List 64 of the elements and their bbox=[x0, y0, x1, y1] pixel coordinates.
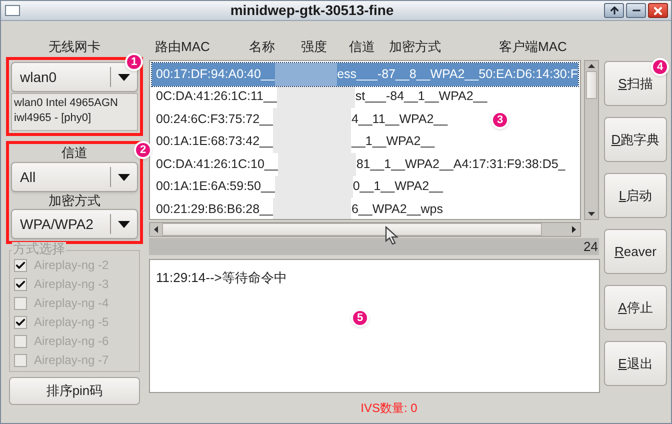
window-menu-icon[interactable] bbox=[5, 5, 20, 16]
sort-pin-button[interactable]: 排序pin码 bbox=[9, 377, 140, 405]
row-text: 0C:DA:41:26:1C:11__ bbox=[156, 88, 278, 106]
ivs-count: IVS数量: 0 bbox=[360, 400, 418, 417]
step-badge: 1 bbox=[125, 53, 143, 71]
column-header: 客户端MAC bbox=[499, 38, 568, 55]
network-row[interactable]: 00:21:29:B6:B6:28__ 6__WPA2__wps bbox=[152, 198, 445, 219]
horizontal-scrollbar[interactable] bbox=[149, 222, 581, 237]
vertical-scrollbar[interactable] bbox=[584, 60, 599, 220]
action-button[interactable]: E退出 bbox=[604, 341, 667, 386]
check-icon bbox=[15, 316, 26, 328]
maximize-icon bbox=[608, 5, 620, 16]
action-button[interactable]: A停止 bbox=[604, 285, 667, 330]
action-button[interactable]: D跑字典 bbox=[604, 117, 667, 162]
network-row[interactable]: 00:1A:1E:6A:59:50__ 0__1__WPA2__ bbox=[152, 176, 445, 198]
row-text: 00:21:29:B6:B6:28__ bbox=[156, 200, 274, 218]
network-row[interactable]: 0C:DA:41:26:1C:10__ 81__1__WPA2__A4:17:31:F9:38:D5_ bbox=[152, 153, 568, 176]
dropdown[interactable]: WPA/WPA2 bbox=[11, 209, 138, 239]
dropdown-arrow-icon bbox=[118, 220, 130, 228]
dropdown-arrow-icon bbox=[118, 174, 130, 180]
window-title: minidwep-gtk-30513-fine bbox=[229, 1, 395, 20]
check-icon bbox=[15, 260, 26, 270]
row-text: 4__11__WPA2__ bbox=[351, 110, 448, 128]
minimize-button[interactable] bbox=[626, 3, 646, 18]
column-header: 信道 bbox=[349, 38, 376, 55]
close-icon bbox=[652, 4, 664, 16]
step-badge: 2 bbox=[134, 141, 152, 159]
step-badge: 4 bbox=[651, 58, 669, 76]
row-text: 81__1__WPA2__A4:17:31:F9:38:D5_ bbox=[356, 156, 566, 173]
row-text: 0C:DA:41:26:1C:10__ bbox=[156, 156, 278, 173]
adapter-info: wlan0 Intel 4965AGN iwl4965 - [phy0] bbox=[11, 93, 138, 131]
row-text: __1__WPA2__ bbox=[351, 133, 435, 150]
mouse-pointer-icon bbox=[384, 226, 400, 246]
field-label: 无线网卡 bbox=[48, 38, 102, 55]
row-text: 00:17:DF:94:A0:40__ bbox=[156, 66, 275, 83]
row-text: 00:1A:1E:68:73:42__ bbox=[156, 133, 274, 150]
maximize-button[interactable] bbox=[604, 3, 624, 18]
row-text: st___-84__1__WPA2__ bbox=[355, 88, 488, 106]
close-button[interactable] bbox=[648, 3, 668, 18]
network-row[interactable]: 0C:DA:41:26:1C:11__ st___-84__1__WPA2__ bbox=[152, 86, 490, 108]
action-button[interactable]: Reaver bbox=[604, 229, 667, 274]
row-text: 0__1__WPA2__ bbox=[352, 178, 443, 196]
row-text: 6__WPA2__wps bbox=[351, 200, 443, 218]
row-text: ess___-87__8__WPA2__50:EA:D6:14:30:F bbox=[337, 66, 578, 83]
scroll-thumb[interactable] bbox=[586, 71, 597, 99]
dropdown[interactable]: All bbox=[11, 162, 138, 192]
column-header: 强度 bbox=[301, 38, 328, 55]
count-text: 24 bbox=[584, 238, 598, 256]
scroll-thumb[interactable] bbox=[162, 223, 542, 236]
group-title: 方式选择 bbox=[12, 242, 66, 256]
row-text: 00:24:6C:F3:75:72__ bbox=[156, 110, 274, 128]
network-row[interactable]: 00:1A:1E:68:73:42__ __1__WPA2__ bbox=[152, 130, 437, 153]
network-row[interactable]: 00:24:6C:F3:75:72__ 4__11__WPA2__ bbox=[152, 108, 450, 130]
log-line: 11:29:14-->等待命令中 bbox=[156, 269, 288, 287]
action-button[interactable]: L启动 bbox=[604, 173, 667, 218]
column-header: 路由MAC bbox=[154, 38, 211, 55]
dropdown-arrow-icon bbox=[118, 74, 130, 80]
column-header: 加密方式 bbox=[389, 38, 442, 55]
column-header: 名称 bbox=[249, 38, 276, 55]
field-label: 加密方式 bbox=[48, 192, 102, 209]
blurred-text bbox=[274, 63, 338, 86]
field-label: 信道 bbox=[60, 146, 88, 162]
check-icon bbox=[15, 278, 26, 290]
row-text: 00:1A:1E:6A:59:50__ bbox=[156, 178, 275, 196]
